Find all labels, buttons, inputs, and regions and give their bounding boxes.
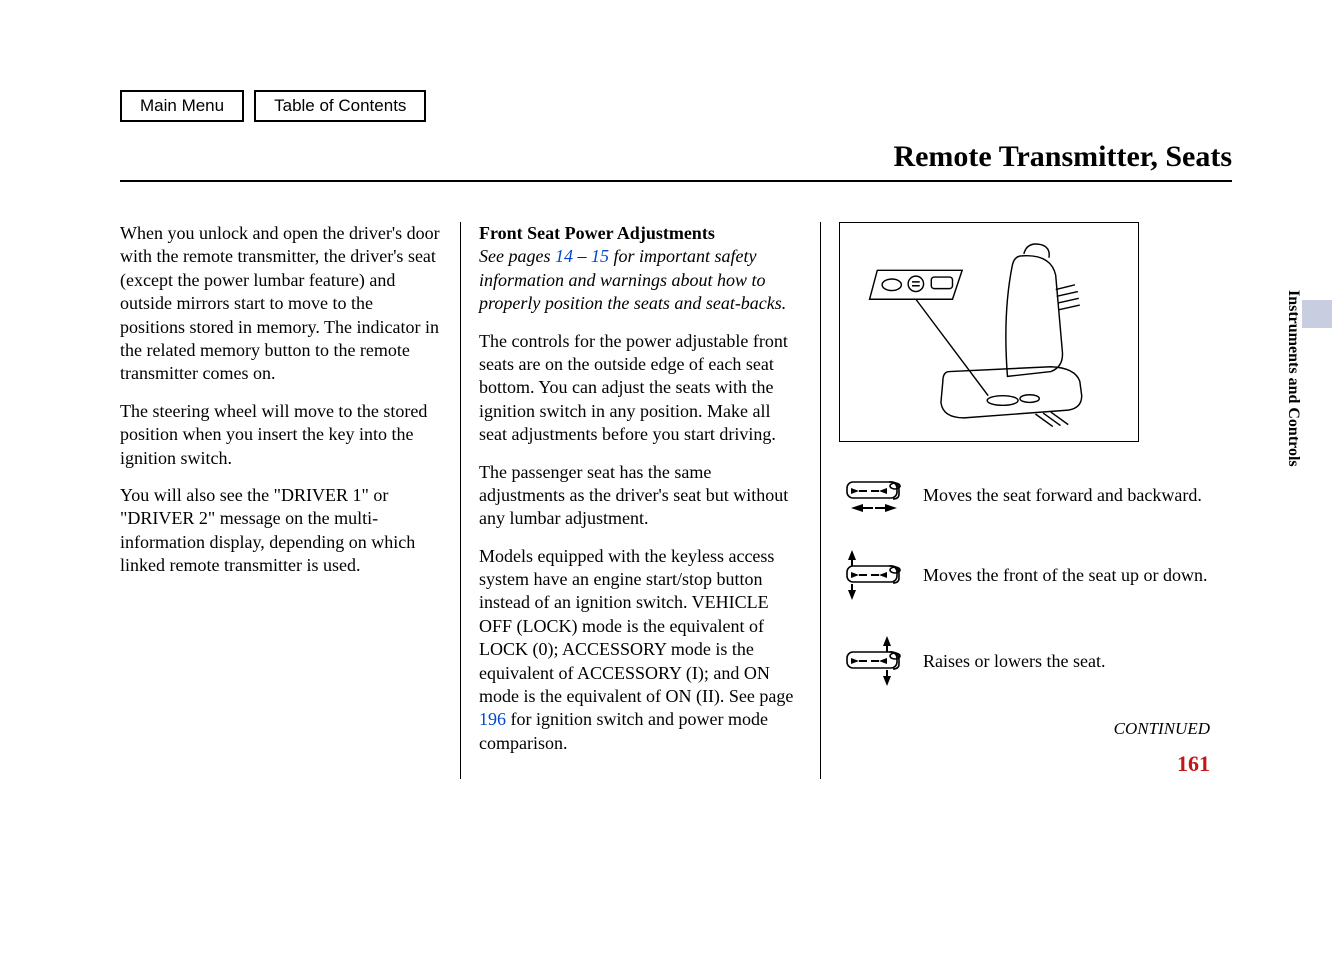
seat-switch-front-updown-icon [839,546,909,604]
col1-para2: The steering wheel will move to the stor… [120,400,440,470]
icon1-text: Moves the seat forward and backward. [923,484,1220,507]
seat-switch-raise-lower-icon [839,632,909,690]
col1-para3: You will also see the "DRIVER 1" or "DRI… [120,484,440,578]
icon3-text: Raises or lowers the seat. [923,650,1220,673]
seat-switch-forward-back-icon [839,472,909,518]
nav-buttons: Main Menu Table of Contents [120,90,1232,122]
icon2-text: Moves the front of the seat up or down. [923,564,1220,587]
column-1: When you unlock and open the driver's do… [120,222,440,779]
page-title: Remote Transmitter, Seats [120,140,1232,182]
safety-prefix: See pages [479,246,555,266]
continued-label: CONTINUED [839,718,1220,740]
link-page-15[interactable]: 15 [591,246,609,266]
p3-prefix: Models equipped with the keyless access … [479,546,793,706]
safety-dash: – [573,246,591,266]
toc-button[interactable]: Table of Contents [254,90,426,122]
col2-para1: The controls for the power adjustable fr… [479,330,800,447]
icon-row-3: Raises or lowers the seat. [839,632,1220,690]
column-3: Moves the seat forward and backward. [820,222,1220,779]
content-columns: When you unlock and open the driver's do… [120,222,1232,779]
page-number: 161 [839,750,1220,779]
p3-suffix: for ignition switch and power mode compa… [479,709,768,752]
side-tab-accent [1302,300,1332,328]
col1-para1: When you unlock and open the driver's do… [120,222,440,386]
column-2: Front Seat Power Adjustments See pages 1… [460,222,800,779]
col2-heading: Front Seat Power Adjustments [479,222,800,245]
col2-para2: The passenger seat has the same adjustme… [479,461,800,531]
icon-row-1: Moves the seat forward and backward. [839,472,1220,518]
section-tab: Instruments and Controls [1284,290,1302,467]
link-page-14[interactable]: 14 [555,246,573,266]
seat-diagram [839,222,1139,442]
col2-safety: See pages 14 – 15 for important safety i… [479,245,800,315]
col2-para3: Models equipped with the keyless access … [479,545,800,756]
link-page-196[interactable]: 196 [479,709,506,729]
seat-diagram-svg [858,233,1128,433]
main-menu-button[interactable]: Main Menu [120,90,244,122]
icon-row-2: Moves the front of the seat up or down. [839,546,1220,604]
